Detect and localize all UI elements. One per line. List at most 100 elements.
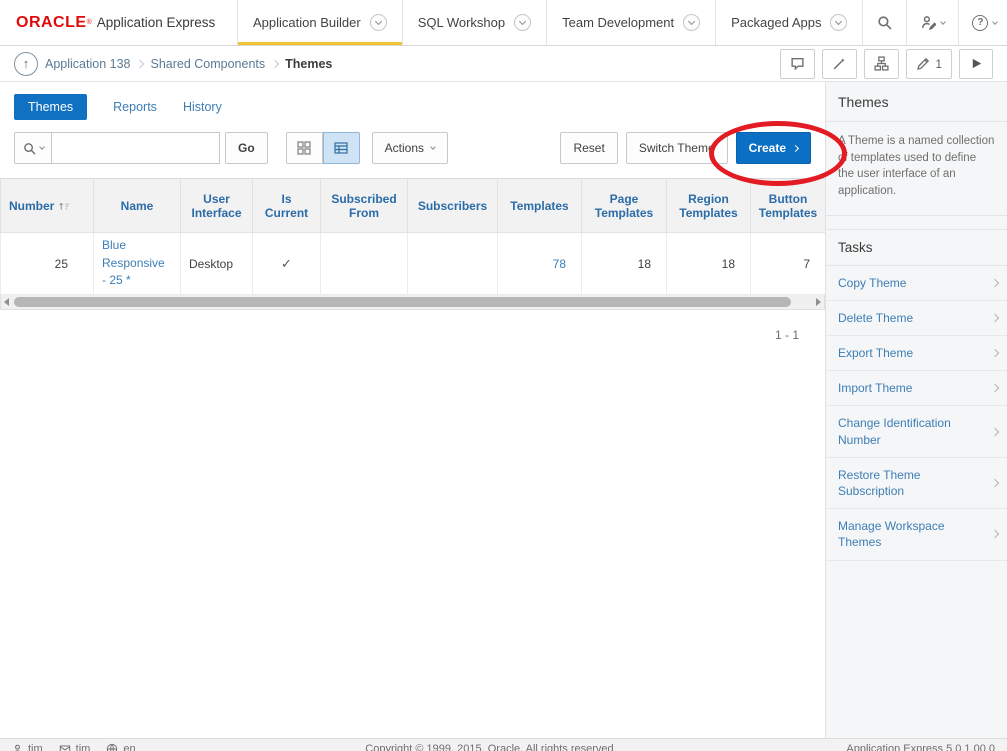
chevron-right-icon <box>991 530 999 538</box>
oracle-logo: ORACLE ® Application Express <box>0 0 237 45</box>
footer-language: en <box>106 743 135 751</box>
cell-subscribed-from <box>321 233 408 295</box>
breadcrumb-separator-icon <box>271 59 279 67</box>
report-view-button[interactable] <box>323 132 360 164</box>
column-header-region-templates[interactable]: Region Templates <box>667 179 751 233</box>
column-header-is-current[interactable]: Is Current <box>253 179 321 233</box>
tab-reports[interactable]: Reports <box>113 94 157 120</box>
reset-button[interactable]: Reset <box>560 132 617 164</box>
breadcrumb-shared-components[interactable]: Shared Components <box>150 57 265 71</box>
chevron-down-icon <box>39 144 45 150</box>
sidebar-description: A Theme is a named collection of templat… <box>826 122 1007 216</box>
right-sidebar: Themes A Theme is a named collection of … <box>825 82 1007 738</box>
envelope-icon <box>59 744 71 751</box>
task-copy-theme[interactable]: Copy Theme <box>826 266 1007 301</box>
breadcrumb-bar: Application 138 Shared Components Themes… <box>0 46 1007 82</box>
create-label: Create <box>749 141 786 155</box>
breadcrumb: Application 138 Shared Components Themes <box>38 57 339 71</box>
breadcrumb-current-page: Themes <box>285 57 332 71</box>
task-import-theme[interactable]: Import Theme <box>826 371 1007 406</box>
tab-label: Packaged Apps <box>731 15 821 30</box>
copyright-text: Copyright © 1999, 2015, Oracle. All righ… <box>154 743 829 751</box>
footer-workspace: tim <box>59 743 91 751</box>
column-header-user-interface[interactable]: User Interface <box>181 179 253 233</box>
administration-menu-button[interactable] <box>906 0 958 45</box>
search-column-selector[interactable] <box>14 132 52 164</box>
scrollbar-thumb[interactable] <box>14 297 791 307</box>
task-manage-workspace-themes[interactable]: Manage Workspace Themes <box>826 509 1007 560</box>
help-menu-button[interactable] <box>958 0 1007 45</box>
column-header-number[interactable]: Number <box>1 179 94 233</box>
task-change-identification-number[interactable]: Change Identification Number <box>826 406 1007 457</box>
breadcrumb-separator-icon <box>136 59 144 67</box>
column-header-name[interactable]: Name <box>94 179 181 233</box>
tab-packaged-apps[interactable]: Packaged Apps <box>715 0 862 45</box>
tasks-heading: Tasks <box>826 229 1007 266</box>
column-header-subscribed-from[interactable]: Subscribed From <box>321 179 408 233</box>
tab-history[interactable]: History <box>183 94 222 120</box>
tab-label: Application Builder <box>253 15 361 30</box>
cell-user-interface: Desktop <box>181 233 253 295</box>
themes-report-region: Themes Reports History Go <box>0 82 825 738</box>
up-level-icon[interactable] <box>14 52 38 76</box>
cell-region-templates: 18 <box>667 233 751 295</box>
task-restore-theme-subscription[interactable]: Restore Theme Subscription <box>826 458 1007 509</box>
column-header-templates[interactable]: Templates <box>498 179 582 233</box>
scroll-left-arrow-icon[interactable] <box>4 298 9 306</box>
help-icon <box>972 15 988 31</box>
search-input[interactable] <box>52 132 220 164</box>
chevron-right-icon <box>991 479 999 487</box>
tab-application-builder[interactable]: Application Builder <box>237 0 402 45</box>
region-display-selector: Themes Reports History <box>0 82 825 120</box>
user-edit-icon <box>921 15 936 30</box>
version-text: Application Express 5.0.1.00.0 <box>846 743 995 751</box>
hierarchy-tree-icon <box>874 56 889 71</box>
icon-view-button[interactable] <box>286 132 323 164</box>
feedback-button[interactable] <box>780 49 815 79</box>
tab-sql-workshop[interactable]: SQL Workshop <box>402 0 546 45</box>
column-header-subscribers[interactable]: Subscribers <box>408 179 498 233</box>
edit-page-number: 1 <box>935 57 942 71</box>
reset-label: Reset <box>573 141 604 155</box>
task-delete-theme[interactable]: Delete Theme <box>826 301 1007 336</box>
pagination-label: 1 - 1 <box>0 310 825 342</box>
column-header-button-templates[interactable]: Button Templates <box>751 179 826 233</box>
chevron-right-icon <box>792 144 799 151</box>
table-row: 25 Blue Responsive - 25 * Desktop ✓ 78 1… <box>1 233 826 295</box>
scroll-right-arrow-icon[interactable] <box>816 298 821 306</box>
page-action-buttons: 1 <box>780 49 993 79</box>
cell-number: 25 <box>1 233 94 295</box>
breadcrumb-application[interactable]: Application 138 <box>45 57 130 71</box>
go-button[interactable]: Go <box>225 132 268 164</box>
search-button[interactable] <box>862 0 906 45</box>
actions-button[interactable]: Actions <box>372 132 448 164</box>
wand-icon <box>832 56 847 71</box>
footer-session-info: tim tim en <box>12 743 136 751</box>
utilities-button[interactable] <box>822 49 857 79</box>
create-button[interactable]: Create <box>736 132 811 164</box>
content-area: Themes Reports History Go <box>0 82 1007 738</box>
tab-themes[interactable]: Themes <box>14 94 87 120</box>
chevron-down-icon <box>993 19 999 25</box>
edit-page-button[interactable]: 1 <box>906 49 952 79</box>
switch-theme-button[interactable]: Switch Theme <box>626 132 728 164</box>
chevron-down-icon[interactable] <box>514 14 531 31</box>
column-header-page-templates[interactable]: Page Templates <box>582 179 667 233</box>
horizontal-scrollbar[interactable] <box>0 295 825 310</box>
run-page-button[interactable] <box>959 49 993 79</box>
chevron-right-icon <box>991 427 999 435</box>
theme-name-link[interactable]: Blue Responsive - 25 * <box>94 233 181 295</box>
chevron-down-icon[interactable] <box>370 14 387 31</box>
chevron-down-icon[interactable] <box>683 14 700 31</box>
go-label: Go <box>238 141 255 155</box>
shared-components-button[interactable] <box>864 49 899 79</box>
task-export-theme[interactable]: Export Theme <box>826 336 1007 371</box>
registered-mark: ® <box>87 19 92 26</box>
globe-icon <box>106 743 118 751</box>
report-view-icon <box>334 141 348 155</box>
cell-templates[interactable]: 78 <box>498 233 582 295</box>
header-utility-icons <box>862 0 1007 45</box>
pencil-icon <box>916 57 930 71</box>
chevron-down-icon[interactable] <box>830 14 847 31</box>
tab-team-development[interactable]: Team Development <box>546 0 715 45</box>
